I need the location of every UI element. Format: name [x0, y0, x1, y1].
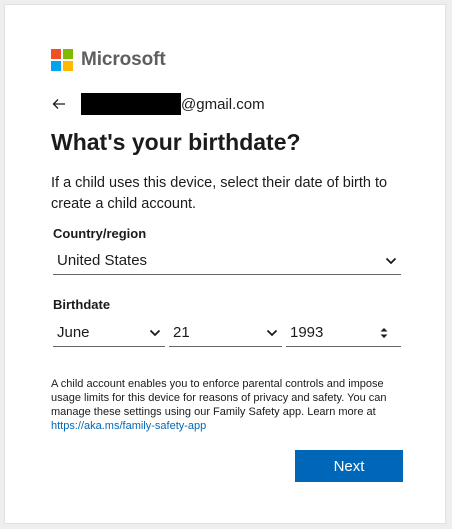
dialog-card: Microsoft @gmail.com What's your birthda… — [4, 4, 446, 524]
email-suffix: @gmail.com — [181, 95, 265, 113]
chevron-down-icon — [385, 257, 397, 264]
month-select[interactable]: June — [53, 319, 165, 347]
chevron-down-icon — [266, 329, 278, 336]
country-label: Country/region — [53, 226, 147, 241]
identity-row: @gmail.com — [51, 93, 265, 115]
microsoft-logo: Microsoft — [51, 49, 166, 71]
family-safety-link[interactable]: https://aka.ms/family-safety-app — [51, 420, 206, 432]
month-value: June — [57, 324, 90, 341]
brand-name: Microsoft — [81, 49, 166, 70]
year-input[interactable]: 1993 — [286, 319, 401, 347]
year-value: 1993 — [290, 324, 324, 341]
page-title: What's your birthdate? — [51, 129, 301, 155]
day-value: 21 — [173, 324, 190, 341]
page-description: If a child uses this device, select thei… — [51, 175, 388, 212]
birthdate-label: Birthdate — [53, 297, 111, 312]
back-arrow-icon[interactable] — [51, 96, 67, 112]
microsoft-logo-icon — [51, 49, 73, 71]
redacted-username — [81, 93, 181, 115]
next-button[interactable]: Next — [295, 450, 403, 482]
country-select[interactable]: United States — [53, 247, 401, 275]
note-text: A child account enables you to enforce p… — [51, 378, 387, 418]
child-account-note: A child account enables you to enforce p… — [51, 377, 411, 433]
day-select[interactable]: 21 — [169, 319, 282, 347]
country-value: United States — [57, 252, 148, 269]
spinner-arrows-icon[interactable] — [379, 326, 389, 340]
chevron-down-icon — [149, 329, 161, 336]
